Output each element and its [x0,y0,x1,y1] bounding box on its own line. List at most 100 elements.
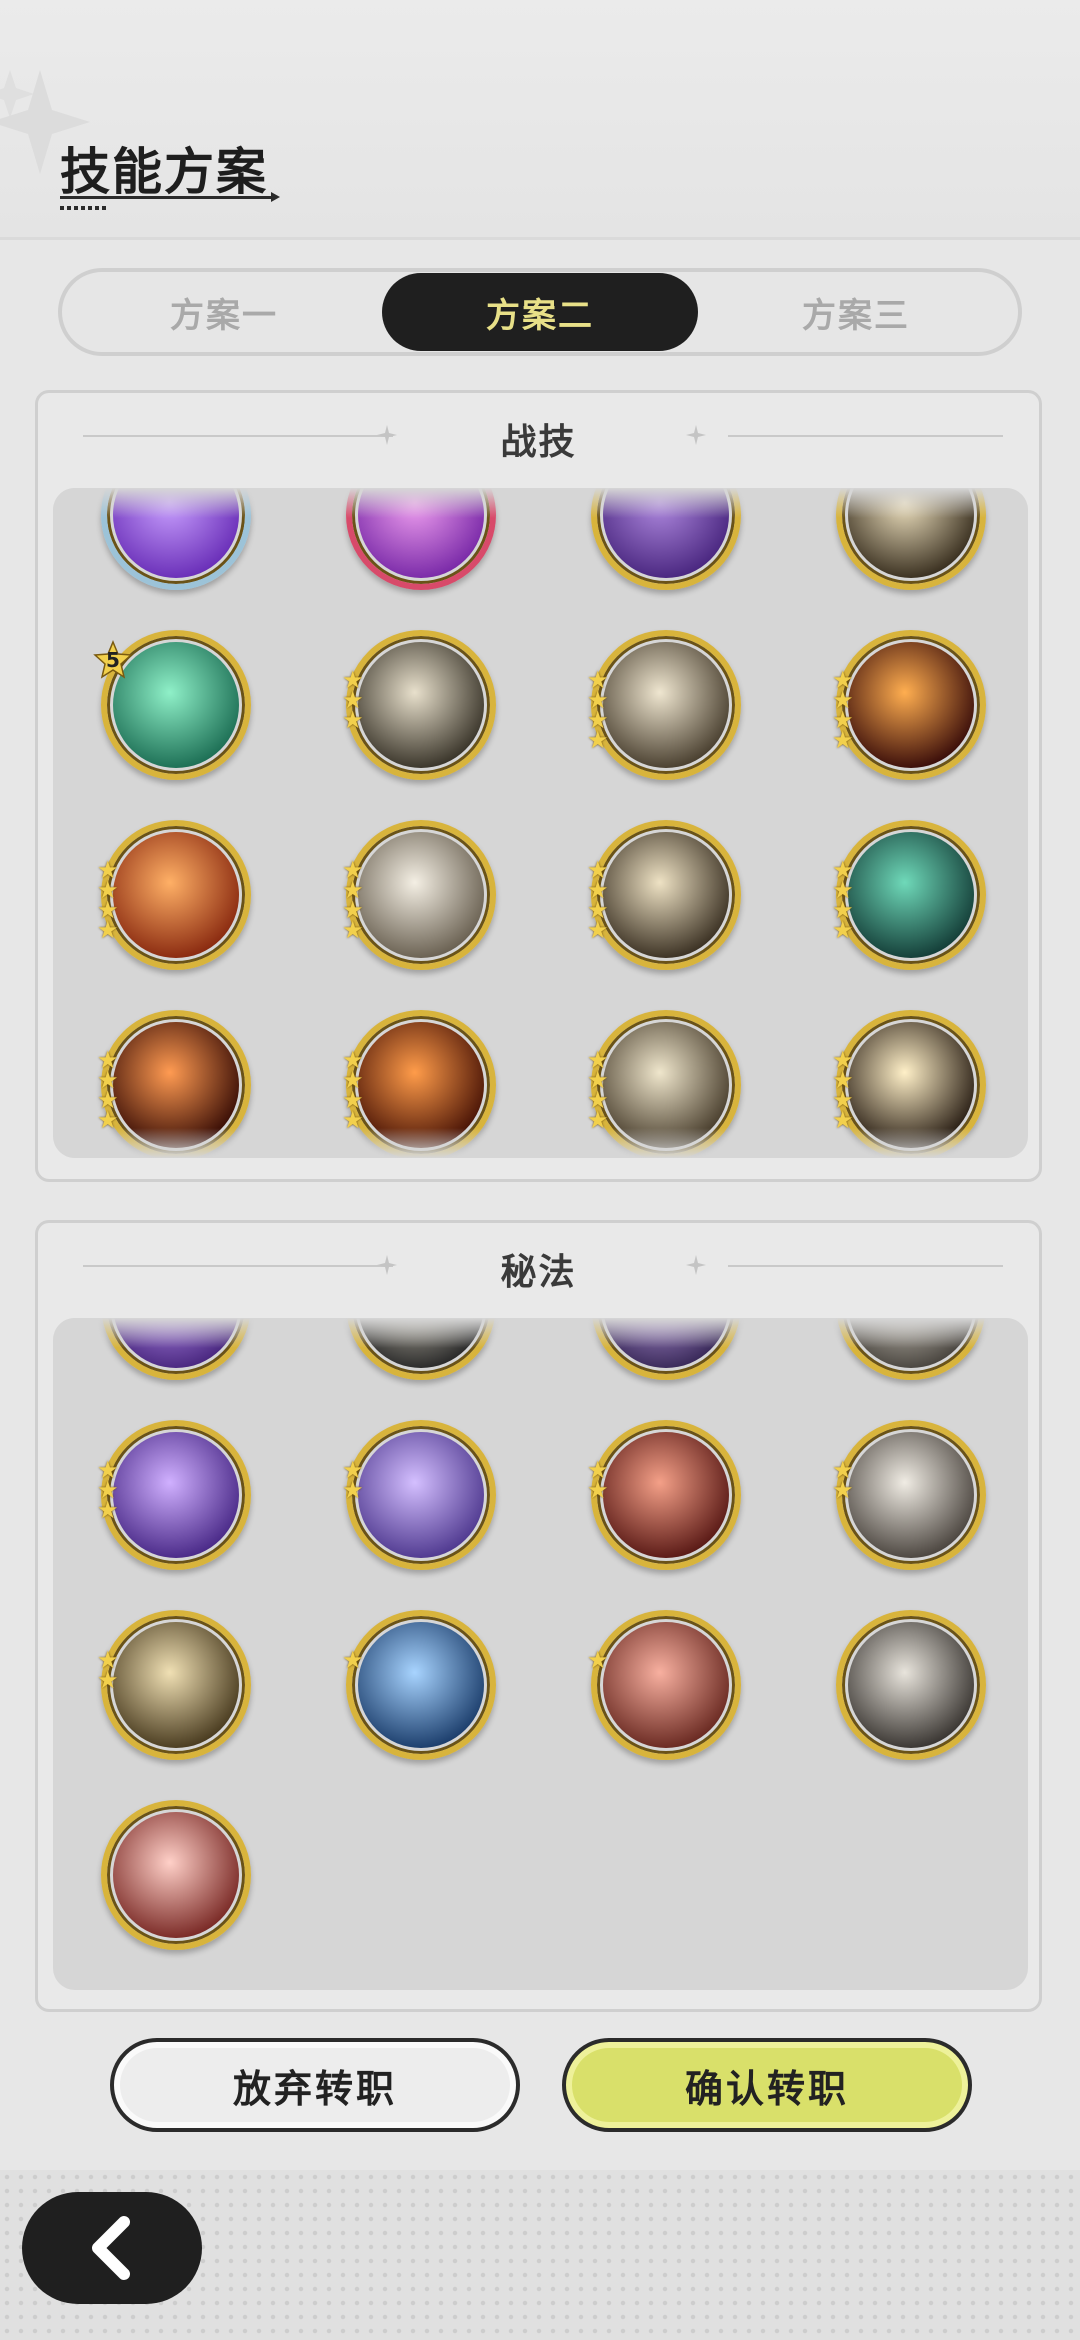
whirlwind-icon [603,642,729,768]
purple-aura-figure-icon [113,1432,239,1558]
star-icon: ★ [587,1646,609,1674]
star-rating: ★ ★ ★ ★ [832,668,856,752]
star-rating: ★ ★ ★ ★ [97,1048,121,1134]
afterimage-figures-icon [358,832,484,958]
grey-figure-icon [848,1318,974,1368]
star-icon: ★ [587,916,609,944]
tab-plan-2[interactable]: 方案二 [382,273,698,351]
arcane-skill-purple-beast-icon[interactable] [591,1318,741,1380]
arcane-skill-red-blossom-icon[interactable]: ★ [587,1610,741,1760]
star-icon: ★ [587,1476,609,1504]
tab-plan-1[interactable]: 方案一 [66,273,382,351]
star-icon: ★ [342,706,364,734]
arcane-skill-blue-crest-icon[interactable]: ★ [342,1610,496,1760]
arcane-skill-crimson-strike-icon[interactable]: ★ ★ [587,1420,741,1570]
star-icon: ★ [97,916,119,944]
star-icon: ★ [342,1476,364,1504]
star-rating: ★ ★ ★ ★ [587,1048,611,1134]
arcane-skills-header: 秘法 [38,1223,1039,1313]
combat-skill-spider-web-icon[interactable]: ★ ★ ★ ★ [832,820,986,970]
combat-skills-grid[interactable]: 5 ★ ★ ★ ★ ★ ★ ★ ★ ★ ★ ★ ★ ★ ★ ★ ★ ★ ★ ★ ★ ★ ★ ★ ★ ★ ★ ★ ★ ★ ★ ★ ★ ★ ★ ★ ★ ★ ★ ★… [53,488,1028,1158]
arcane-skill-purple-crescent-icon[interactable] [101,1318,251,1380]
arcane-skill-grey-figure-icon[interactable] [836,1318,986,1380]
flame-rune-icon [113,832,239,958]
golden-figure-icon [848,488,974,578]
combat-skill-green-arrows-up-icon[interactable]: 5 [93,630,251,780]
star-rating: ★ ★ ★ ★ [587,858,611,944]
star-icon: ★ [587,726,609,754]
combat-skills-title: 战技 [500,422,577,463]
plan-tabs: 方案一 方案二 方案三 [58,268,1022,356]
star-rating: ★ ★ [832,1458,856,1504]
combat-skill-ground-burst-icon[interactable]: ★ ★ ★ ★ [832,1010,986,1158]
level-badge: 5 [93,640,133,680]
combat-skill-afterimage-figures-icon[interactable]: ★ ★ ★ ★ [342,820,496,970]
wind-slash-icon [358,642,484,768]
confirm-job-change-button[interactable]: 确认转职 [562,2038,972,2132]
combat-skill-shattered-blade-icon[interactable]: ★ ★ ★ ★ [587,1010,741,1158]
crimson-swirl-icon [113,1812,239,1938]
star-icon: ★ [97,1106,119,1134]
star-icon: ★ [97,1496,119,1524]
arcane-skill-crimson-swirl-icon[interactable] [101,1800,251,1950]
back-button[interactable] [22,2192,202,2304]
star-icon: ★ [97,1666,119,1694]
arcane-skill-blade-pillar-icon[interactable]: ★ ★ [832,1420,986,1570]
sparkle-icon [686,1255,706,1275]
combat-skill-blazing-fire-icon[interactable]: ★ ★ ★ ★ [342,1010,496,1158]
star-rating: ★ ★ ★ ★ [97,858,121,944]
crimson-strike-icon [603,1432,729,1558]
fire-arc-icon [113,1022,239,1148]
arcane-skill-shield-dancer-icon[interactable] [836,1610,986,1760]
star-icon: ★ [342,1646,364,1674]
combat-skill-fire-spiral-icon[interactable]: ★ ★ ★ ★ [832,630,986,780]
fire-spiral-icon [848,642,974,768]
star-icon: ★ [587,1106,609,1134]
chevron-left-icon [92,2216,130,2280]
tab-plan-3[interactable]: 方案三 [698,273,1014,351]
purple-crescent-icon [113,1318,239,1368]
arcane-skills-title: 秘法 [500,1252,577,1293]
combat-skill-pink-vortex-icon[interactable] [346,488,496,590]
star-rating: ★ ★ ★ ★ [587,668,611,754]
star-icon: ★ [832,1476,854,1504]
golden-guardian-icon [113,1622,239,1748]
sword-swing-icon [603,832,729,958]
star-icon: ★ [832,1106,854,1134]
combat-skill-fire-arc-icon[interactable]: ★ ★ ★ ★ [97,1010,251,1158]
star-icon: ★ [342,1106,364,1134]
combat-skill-violet-heart-burst-icon[interactable] [101,488,251,590]
star-rating: ★ ★ ★ ★ [832,858,856,944]
star-rating: ★ [587,1646,611,1674]
blue-crest-icon [358,1622,484,1748]
arcane-skill-dark-shield-icon[interactable] [346,1318,496,1380]
violet-heart-burst-icon [113,488,239,578]
arcane-skill-arcane-orb-icon[interactable]: ★ ★ [342,1420,496,1570]
star-rating: ★ ★ ★ ★ [832,1048,856,1134]
arcane-skills-grid[interactable]: ★ ★ ★ ★ ★ ★ ★ ★ ★ ★ ★ ★ ★ [53,1318,1028,1990]
shattered-blade-icon [603,1022,729,1148]
combat-skill-golden-figure-icon[interactable] [836,488,986,590]
combat-skill-dark-claw-icon[interactable] [591,488,741,590]
header: 技能方案 [0,0,1080,240]
star-rating: ★ ★ ★ [342,668,366,734]
star-rating: ★ ★ ★ ★ [342,858,366,942]
purple-beast-icon [603,1318,729,1368]
combat-skills-panel: 战技 5 ★ ★ ★ ★ ★ ★ ★ ★ ★ ★ ★ ★ ★ ★ ★ ★ ★ ★ ★ ★ ★ ★ ★ ★ ★ ★ ★ ★ ★ ★ ★ ★ ★ ★ ★ ★… [35,390,1042,1182]
star-rating: ★ ★ [97,1648,121,1694]
combat-skill-whirlwind-icon[interactable]: ★ ★ ★ ★ [587,630,741,780]
combat-skill-sword-swing-icon[interactable]: ★ ★ ★ ★ [587,820,741,970]
blade-pillar-icon [848,1432,974,1558]
combat-skill-wind-slash-icon[interactable]: ★ ★ ★ [342,630,496,780]
star-rating: ★ ★ [342,1458,366,1504]
arcane-skill-golden-guardian-icon[interactable]: ★ ★ [97,1610,251,1760]
dark-shield-icon [358,1318,484,1368]
combat-skill-flame-rune-icon[interactable]: ★ ★ ★ ★ [97,820,251,970]
sparkle-icon [686,425,706,445]
abandon-job-change-button[interactable]: 放弃转职 [110,2038,520,2132]
title-underline [60,192,280,202]
star-icon: ★ [832,916,854,944]
star-rating: ★ [342,1646,366,1674]
blazing-fire-icon [358,1022,484,1148]
arcane-skill-purple-aura-figure-icon[interactable]: ★ ★ ★ [97,1420,251,1570]
